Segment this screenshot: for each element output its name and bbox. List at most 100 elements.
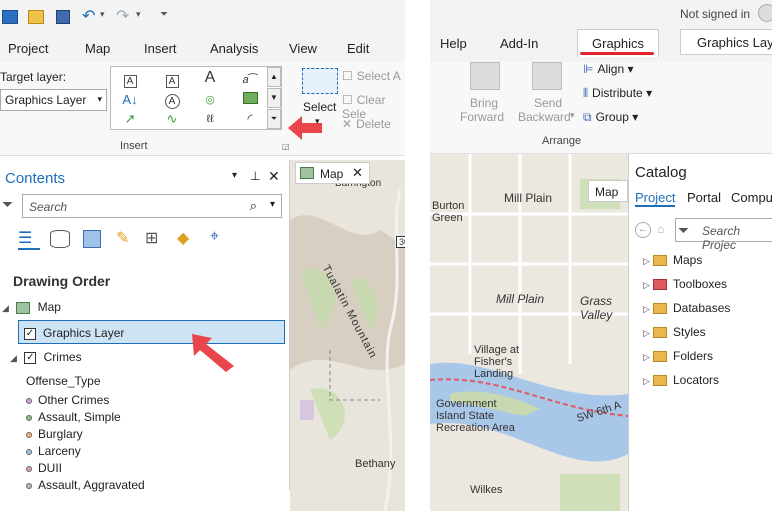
tab-add-in[interactable]: Add-In (500, 36, 538, 51)
pin-icon[interactable]: ⊥ (250, 169, 260, 183)
tab-map[interactable]: Map (85, 41, 110, 56)
pane-options-icon[interactable]: ▾ (232, 170, 237, 181)
list-by-perspective-icon[interactable]: ⌖ (210, 228, 219, 246)
text-box-icon[interactable]: A (119, 71, 141, 89)
curved-text-icon[interactable]: a⁀ (239, 71, 261, 89)
tab-insert[interactable]: Insert (144, 41, 177, 56)
tab-view[interactable]: View (289, 41, 317, 56)
tab-help[interactable]: Help (440, 36, 467, 51)
list-by-drawing-order-icon[interactable]: ☰ (18, 228, 40, 250)
straight-text-icon[interactable]: A (161, 71, 183, 89)
gallery-expand[interactable]: ⏷ (267, 109, 281, 129)
close-tab-icon[interactable]: ✕ (352, 165, 363, 181)
select-icon[interactable] (302, 68, 338, 94)
distribute-button[interactable]: ⫴ Distribute ▾ (583, 86, 652, 101)
target-layer-select[interactable]: Graphics Layer ▾ (0, 89, 107, 111)
map-label: Government (436, 398, 497, 410)
insert-group-label: Insert (120, 140, 148, 152)
list-by-selection-icon[interactable] (83, 230, 101, 248)
catalog-item-maps[interactable]: ▷ Maps (643, 253, 702, 267)
map-tab-right[interactable]: Map (588, 180, 628, 202)
circle-text-icon[interactable]: A (161, 91, 183, 109)
redo-icon[interactable]: ↷ (116, 6, 129, 26)
expand-crimes-icon[interactable]: ◢ (10, 353, 17, 363)
undo-icon[interactable]: ↶ (82, 6, 95, 26)
ellipse-text-icon[interactable]: ◎ (199, 91, 221, 109)
freehand-icon[interactable]: ℓℓ (199, 110, 221, 128)
bring-forward-label[interactable]: Bring (470, 96, 498, 110)
legend-symbol-icon (26, 465, 32, 472)
undo-dropdown-icon[interactable]: ▾ (100, 9, 105, 20)
catalog-item-toolboxes[interactable]: ▷ Toolboxes (643, 277, 727, 291)
map-view-right[interactable]: Burton Green Mill Plain Mill Plain Grass… (430, 154, 628, 511)
catalog-item-databases[interactable]: ▷ Databases (643, 301, 730, 315)
send-backward-label-2[interactable]: Backward (518, 110, 571, 124)
align-button[interactable]: ⊫ Align ▾ (583, 62, 634, 76)
select-button[interactable]: Select (303, 100, 336, 114)
search-icon[interactable]: ⌕ (250, 198, 257, 214)
new-project-icon[interactable] (2, 10, 18, 24)
picture-icon[interactable] (239, 91, 261, 109)
send-backward-icon[interactable] (532, 62, 562, 90)
curve-icon[interactable]: ∿ (161, 110, 183, 128)
toc-map-item[interactable]: ◢ Map (2, 300, 61, 314)
tab-project[interactable]: Project (8, 41, 48, 56)
signin-status[interactable]: Not signed in (680, 7, 750, 21)
bring-forward-label-2[interactable]: Forward (460, 110, 504, 124)
catalog-tab-project[interactable]: Project (635, 190, 676, 207)
back-icon[interactable]: ← (635, 222, 651, 238)
graphics-layer-checkbox[interactable]: ✓ (24, 326, 36, 340)
catalog-item-styles[interactable]: ▷ Styles (643, 325, 706, 339)
map-icon (16, 301, 31, 314)
home-icon[interactable]: ⌂ (657, 222, 664, 236)
catalog-tab-computer[interactable]: Compu (731, 190, 772, 205)
expand-map-icon[interactable]: ◢ (2, 303, 9, 313)
open-folder-icon[interactable] (28, 10, 44, 24)
arc-icon[interactable]: ◜ (239, 110, 261, 128)
catalog-item-folders[interactable]: ▷ Folders (643, 349, 713, 363)
list-by-labeling-icon[interactable]: ◆ (177, 228, 189, 248)
maps-folder-icon (653, 255, 667, 267)
search-dropdown-icon[interactable]: ▾ (270, 199, 275, 210)
target-layer-value: Graphics Layer (5, 93, 87, 107)
graphics-gallery[interactable]: A A A a⁀ A↓ A ◎ ↗ ∿ ℓℓ ◜ (110, 66, 282, 130)
map-label: Grass (580, 294, 613, 308)
save-icon[interactable] (56, 10, 70, 24)
contextual-tab-graphics-layer[interactable]: Graphics Lay (680, 29, 772, 55)
user-avatar-icon[interactable] (758, 4, 772, 22)
map-view-left[interactable]: Barrington Tualatin Mountain 30 Bethany (290, 160, 410, 511)
dialog-launcher-icon[interactable]: ◲ (282, 142, 290, 151)
list-by-snapping-icon[interactable]: ⊞ (145, 228, 158, 248)
tab-analysis[interactable]: Analysis (210, 41, 258, 56)
group-button[interactable]: ⧉ Group ▾ (583, 110, 638, 125)
polyline-icon[interactable]: ↗ (119, 110, 141, 128)
filter-icon[interactable]: ⏷ (678, 222, 689, 239)
list-by-editing-icon[interactable]: ✎ (116, 228, 129, 248)
close-icon[interactable]: ✕ (268, 168, 280, 185)
catalog-tab-portal[interactable]: Portal (687, 190, 721, 205)
catalog-item-locators[interactable]: ▷ Locators (643, 373, 719, 387)
filter-icon[interactable]: ⏷ (2, 196, 13, 213)
bring-forward-icon[interactable] (470, 62, 500, 90)
toc-graphics-layer-item[interactable]: ✓ Graphics Layer (18, 320, 285, 344)
customize-qat-icon[interactable]: ⏷ (160, 9, 168, 20)
toc-crimes-item[interactable]: ◢ ✓ Crimes (10, 350, 82, 364)
list-by-data-source-icon[interactable] (50, 230, 70, 248)
splined-text-icon[interactable]: A↓ (119, 91, 141, 109)
contents-search-input[interactable]: Search ⌕ ▾ (22, 194, 282, 218)
legend-symbol-icon (26, 448, 32, 455)
crimes-checkbox[interactable]: ✓ (24, 351, 37, 364)
map-label: Landing (474, 368, 514, 380)
text-icon[interactable]: A (199, 69, 221, 87)
gallery-scroll-down[interactable]: ▼ (267, 88, 281, 108)
redo-dropdown-icon[interactable]: ▾ (136, 9, 141, 20)
tab-edit[interactable]: Edit (347, 41, 369, 56)
select-dropdown-icon[interactable]: ▾ (315, 116, 320, 127)
catalog-search-input[interactable]: ⏷ Search Projec (675, 218, 772, 252)
send-backward-dropdown-icon[interactable]: ▾ (570, 110, 575, 121)
gallery-scroll-up[interactable]: ▲ (267, 67, 281, 87)
map-view-tab[interactable]: Map ✕ (295, 162, 370, 184)
delete-button[interactable]: ✕ Delete (342, 117, 391, 131)
send-backward-label[interactable]: Send (534, 96, 562, 110)
select-all-button[interactable]: ☐ Select A (342, 69, 401, 83)
